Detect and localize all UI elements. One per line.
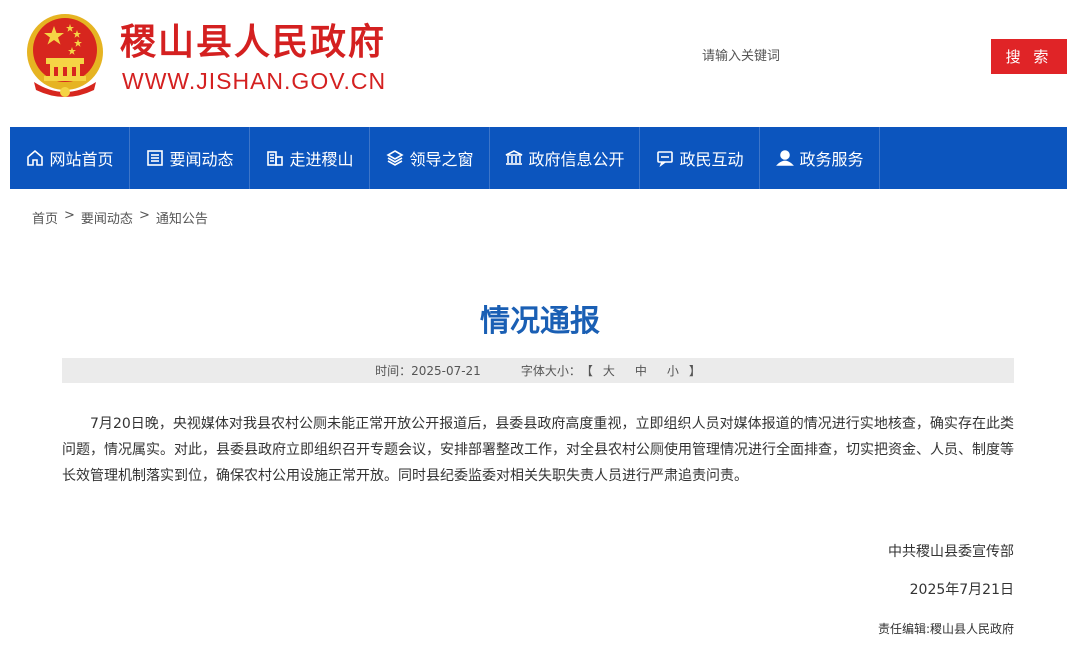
breadcrumb-separator: >	[64, 208, 75, 227]
font-size-large-button[interactable]: 大	[603, 362, 615, 379]
nav-item-label: 政府信息公开	[528, 146, 624, 170]
user-icon	[775, 148, 795, 168]
article-meta-bar: 时间：2025-07-21 字体大小： 【 大 中 小 】	[62, 358, 1014, 383]
main-nav: 网站首页 要闻动态 走进稷山 领导之窗 政府信息公开 政民互动 政务服务	[10, 127, 1067, 189]
signature-date: 2025年7月21日	[910, 579, 1014, 599]
building-icon	[265, 148, 285, 168]
site-title[interactable]: 稷山县人民政府	[120, 20, 386, 64]
nav-item-label: 走进稷山	[289, 146, 353, 170]
breadcrumb-notices[interactable]: 通知公告	[156, 208, 208, 227]
nav-item-leaders[interactable]: 领导之窗	[370, 127, 490, 189]
nav-item-home[interactable]: 网站首页	[10, 127, 130, 189]
bracket-close: 】	[689, 362, 701, 379]
government-icon	[504, 148, 524, 168]
breadcrumb: 首页 > 要闻动态 > 通知公告	[32, 208, 208, 227]
chat-icon	[655, 148, 675, 168]
nav-item-label: 政民互动	[679, 146, 743, 170]
national-emblem-icon[interactable]	[24, 12, 106, 98]
publish-time: 时间：2025-07-21	[375, 362, 481, 379]
signature-organization: 中共稷山县委宣传部	[888, 541, 1014, 561]
site-url[interactable]: WWW.JISHAN.GOV.CN	[122, 66, 386, 96]
breadcrumb-home[interactable]: 首页	[32, 208, 58, 227]
nav-item-label: 要闻动态	[169, 146, 233, 170]
site-header: 稷山县人民政府 WWW.JISHAN.GOV.CN 搜 索	[0, 0, 1080, 127]
nav-item-label: 政务服务	[799, 146, 863, 170]
bracket-open: 【	[581, 362, 593, 379]
nav-item-label: 网站首页	[49, 146, 113, 170]
font-size-small-button[interactable]: 小	[667, 362, 679, 379]
breadcrumb-separator: >	[139, 208, 150, 227]
nav-item-news[interactable]: 要闻动态	[130, 127, 250, 189]
nav-item-gov-info[interactable]: 政府信息公开	[490, 127, 640, 189]
nav-item-services[interactable]: 政务服务	[760, 127, 880, 189]
layers-icon	[385, 148, 405, 168]
responsible-editor: 责任编辑:稷山县人民政府	[878, 620, 1014, 637]
nav-item-about[interactable]: 走进稷山	[250, 127, 370, 189]
nav-item-label: 领导之窗	[409, 146, 473, 170]
nav-item-interaction[interactable]: 政民互动	[640, 127, 760, 189]
article-body: 7月20日晚，央视媒体对我县农村公厕未能正常开放公开报道后，县委县政府高度重视，…	[62, 411, 1014, 489]
search-input[interactable]	[620, 44, 860, 68]
search-button[interactable]: 搜 索	[991, 39, 1067, 74]
news-icon	[145, 148, 165, 168]
font-size-medium-button[interactable]: 中	[635, 362, 647, 379]
breadcrumb-news[interactable]: 要闻动态	[81, 208, 133, 227]
article-title: 情况通报	[0, 300, 1080, 344]
font-size-label: 字体大小：	[521, 362, 581, 379]
home-icon	[25, 148, 45, 168]
